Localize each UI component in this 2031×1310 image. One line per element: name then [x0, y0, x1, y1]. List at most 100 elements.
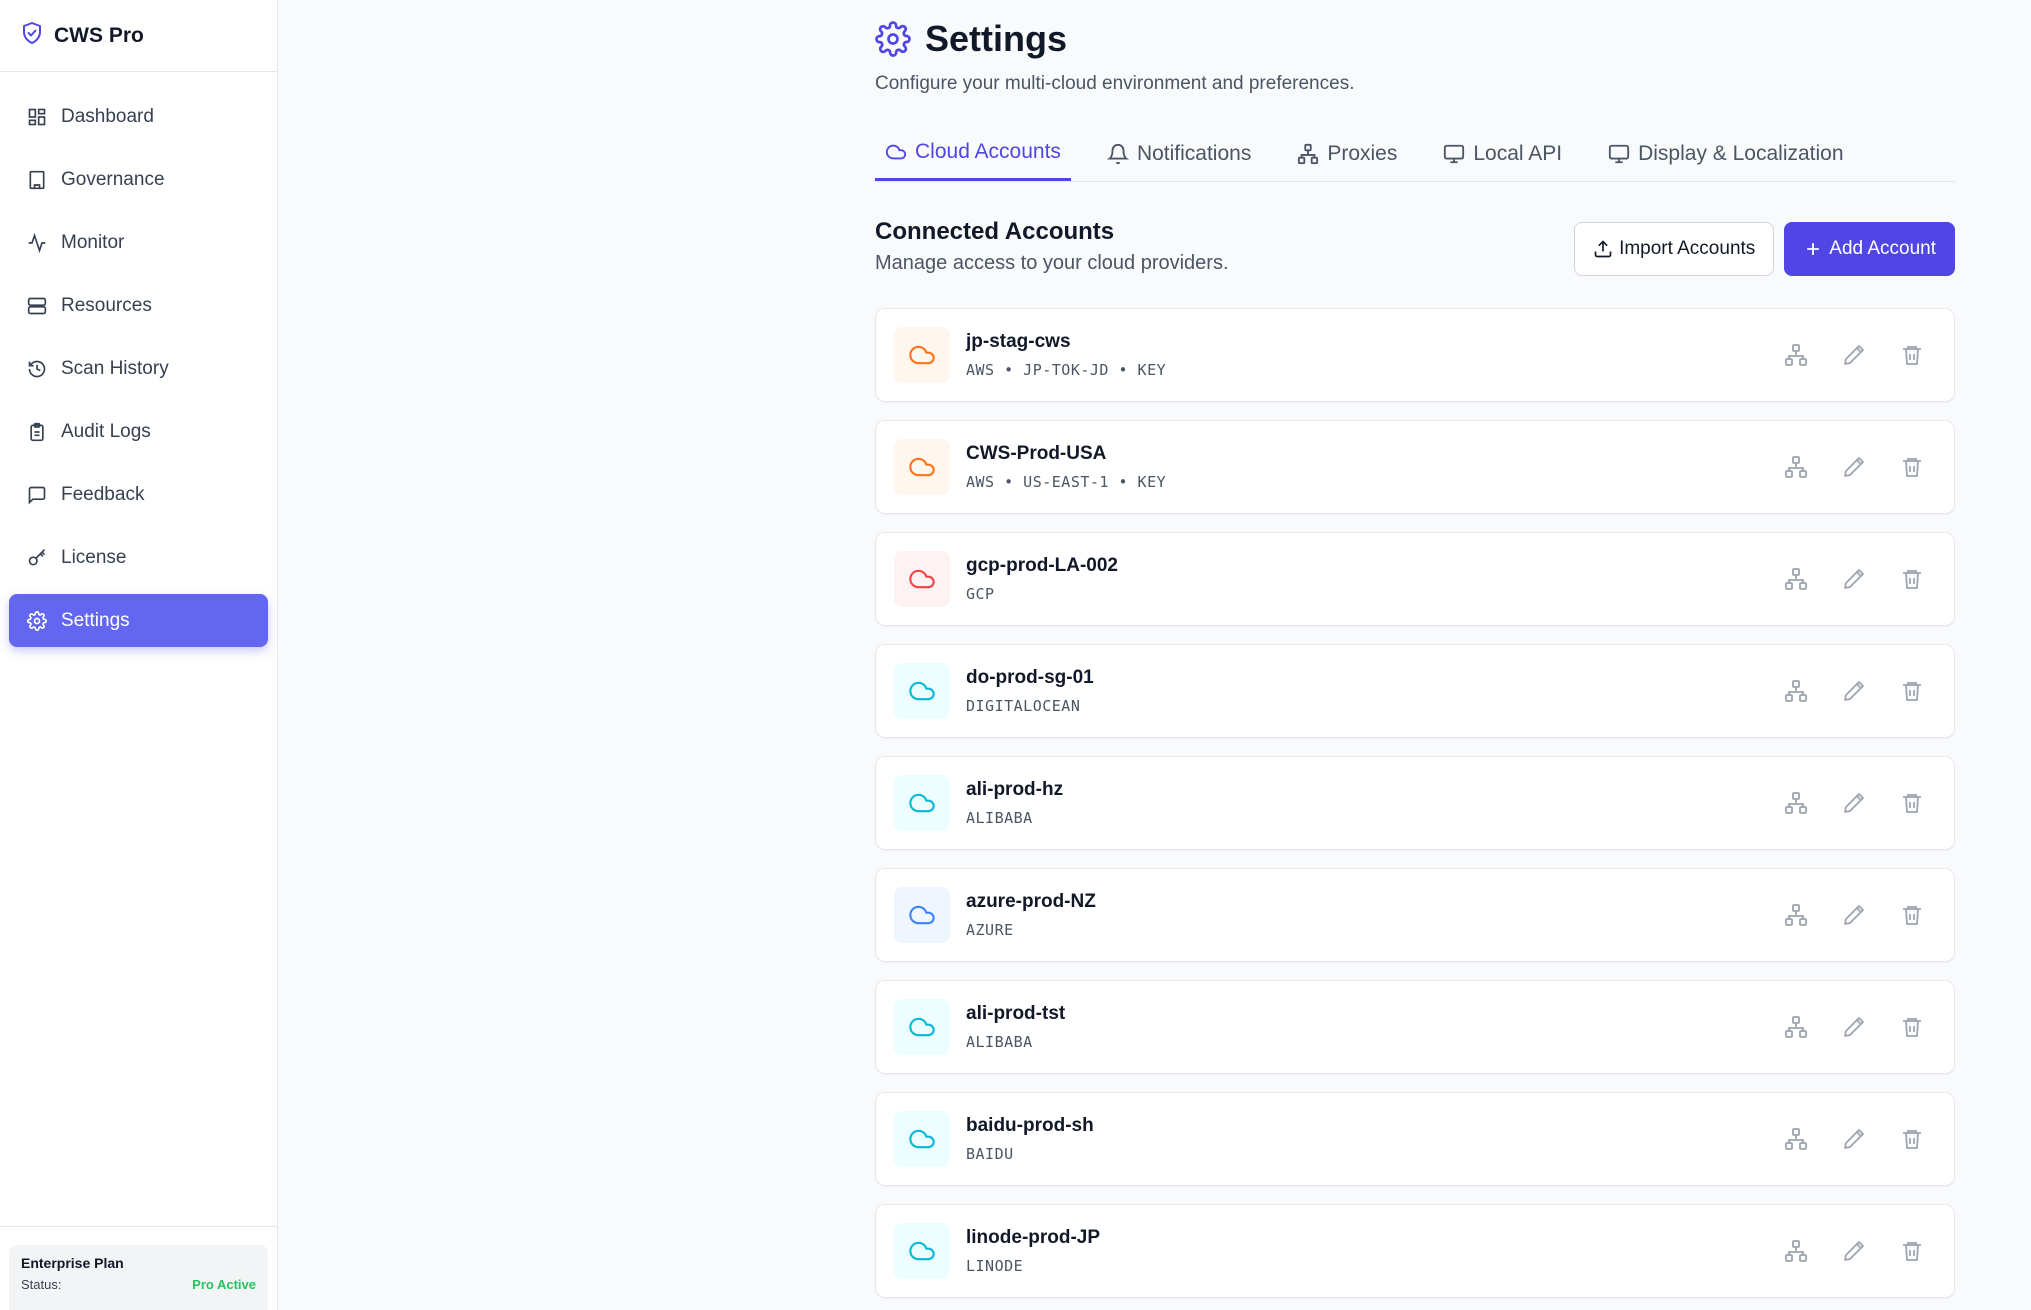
account-row[interactable]: azure-prod-NZ AZURE — [875, 868, 1955, 962]
network-icon[interactable] — [1784, 1239, 1808, 1263]
account-info: baidu-prod-sh BAIDU — [966, 1115, 1094, 1163]
account-row[interactable]: gcp-prod-LA-002 GCP — [875, 532, 1955, 626]
network-icon — [1298, 143, 1319, 164]
account-name: CWS-Prod-USA — [966, 443, 1107, 464]
account-list: jp-stag-cws AWS • JP-TOK-JD • KEY CWS-Prod… — [875, 308, 1955, 1310]
account-info: azure-prod-NZ AZURE — [966, 891, 1096, 939]
tab-proxies[interactable]: Proxies — [1287, 126, 1407, 181]
account-info: gcp-prod-LA-002 GCP — [966, 555, 1118, 603]
account-name: baidu-prod-sh — [966, 1115, 1094, 1136]
tab-display-localization[interactable]: Display & Localization — [1598, 126, 1853, 181]
section-header: Connected Accounts Manage access to your… — [875, 218, 1955, 276]
edit-icon[interactable] — [1842, 1239, 1866, 1263]
sidebar-item-monitor[interactable]: Monitor — [9, 216, 268, 269]
sidebar-item-label: Feedback — [61, 483, 145, 505]
account-info: linode-prod-JP LINODE — [966, 1227, 1100, 1275]
trash-icon[interactable] — [1900, 343, 1924, 367]
network-icon[interactable] — [1784, 679, 1808, 703]
bell-icon — [1106, 143, 1129, 164]
tab-local-api[interactable]: Local API — [1433, 126, 1572, 181]
network-icon[interactable] — [1784, 791, 1808, 815]
sidebar-item-label: Governance — [61, 168, 165, 190]
trash-icon[interactable] — [1900, 903, 1924, 927]
page-header: Settings — [875, 18, 1067, 60]
account-row[interactable]: jp-stag-cws AWS • JP-TOK-JD • KEY — [875, 308, 1955, 402]
sidebar-item-feedback[interactable]: Feedback — [9, 468, 268, 521]
sidebar-nav: Dashboard Governance Monitor Resources S… — [0, 72, 277, 655]
account-row[interactable]: CWS-Prod-USA AWS • US-EAST-1 • KEY — [875, 420, 1955, 514]
add-account-button[interactable]: Add Account — [1784, 222, 1955, 276]
tab-label: Local API — [1473, 141, 1563, 165]
plan-card: Enterprise Plan Status: Pro Active — [9, 1245, 268, 1310]
tab-label: Cloud Accounts — [915, 140, 1061, 163]
account-row[interactable]: baidu-prod-sh BAIDU — [875, 1092, 1955, 1186]
trash-icon[interactable] — [1900, 1239, 1924, 1263]
sidebar-item-license[interactable]: License — [9, 531, 268, 584]
edit-icon[interactable] — [1842, 791, 1866, 815]
account-actions — [1750, 757, 1924, 849]
sidebar-item-dashboard[interactable]: Dashboard — [9, 90, 268, 143]
account-actions — [1750, 1093, 1924, 1185]
account-actions — [1750, 645, 1924, 737]
activity-icon — [28, 232, 46, 253]
edit-icon[interactable] — [1842, 1015, 1866, 1039]
account-actions — [1750, 1205, 1924, 1297]
account-meta: BAIDU — [966, 1145, 1014, 1163]
account-name: ali-prod-hz — [966, 779, 1064, 800]
account-meta: AWS • JP-TOK-JD • KEY — [966, 361, 1167, 379]
cloud-icon — [885, 144, 907, 160]
trash-icon[interactable] — [1900, 1015, 1924, 1039]
trash-icon[interactable] — [1900, 679, 1924, 703]
account-meta: LINODE — [966, 1257, 1024, 1275]
network-icon[interactable] — [1784, 343, 1808, 367]
trash-icon[interactable] — [1900, 1127, 1924, 1151]
gear-icon — [875, 21, 911, 57]
account-row[interactable]: ali-prod-hz ALIBABA — [875, 756, 1955, 850]
plan-status-row: Status: Pro Active — [21, 1277, 256, 1292]
trash-icon[interactable] — [1900, 455, 1924, 479]
clipboard-icon — [30, 422, 44, 441]
monitor-icon — [1444, 144, 1465, 163]
account-row[interactable]: linode-prod-JP LINODE — [875, 1204, 1955, 1298]
tab-notifications[interactable]: Notifications — [1097, 126, 1261, 181]
edit-icon[interactable] — [1842, 343, 1866, 367]
edit-icon[interactable] — [1842, 1127, 1866, 1151]
import-accounts-button[interactable]: Import Accounts — [1574, 222, 1775, 276]
edit-icon[interactable] — [1842, 567, 1866, 591]
network-icon[interactable] — [1784, 455, 1808, 479]
account-row[interactable]: ali-prod-tst ALIBABA — [875, 980, 1955, 1074]
trash-icon[interactable] — [1900, 791, 1924, 815]
network-icon[interactable] — [1784, 903, 1808, 927]
sidebar-item-audit-logs[interactable]: Audit Logs — [9, 405, 268, 458]
cloud-icon — [894, 775, 950, 831]
shield-icon — [20, 21, 54, 50]
edit-icon[interactable] — [1842, 455, 1866, 479]
tab-label: Notifications — [1136, 141, 1252, 165]
account-actions — [1750, 421, 1924, 513]
network-icon[interactable] — [1784, 1127, 1808, 1151]
trash-icon[interactable] — [1900, 567, 1924, 591]
account-row[interactable]: do-prod-sg-01 DIGITALOCEAN — [875, 644, 1955, 738]
sidebar-item-governance[interactable]: Governance — [9, 153, 268, 206]
account-info: ali-prod-tst ALIBABA — [966, 1003, 1065, 1051]
account-meta: ALIBABA — [966, 809, 1033, 827]
plan-status-label: Status: — [21, 1277, 62, 1292]
edit-icon[interactable] — [1842, 679, 1866, 703]
import-accounts-label: Import Accounts — [1619, 238, 1756, 259]
sidebar-footer: Enterprise Plan Status: Pro Active — [0, 1226, 277, 1310]
brand[interactable]: CWS Pro — [0, 0, 277, 72]
sidebar-item-scan-history[interactable]: Scan History — [9, 342, 268, 395]
cloud-icon — [894, 551, 950, 607]
page-title: Settings — [925, 18, 1068, 59]
network-icon[interactable] — [1784, 567, 1808, 591]
sidebar-item-settings[interactable]: Settings — [9, 594, 268, 647]
account-info: jp-stag-cws AWS • JP-TOK-JD • KEY — [966, 331, 1166, 379]
sidebar-item-label: Dashboard — [61, 105, 154, 127]
add-account-label: Add Account — [1829, 238, 1936, 259]
edit-icon[interactable] — [1842, 903, 1866, 927]
account-info: do-prod-sg-01 DIGITALOCEAN — [966, 667, 1094, 715]
tab-cloud-accounts[interactable]: Cloud Accounts — [875, 126, 1071, 181]
network-icon[interactable] — [1784, 1015, 1808, 1039]
sidebar-item-resources[interactable]: Resources — [9, 279, 268, 332]
tab-label: Display & Localization — [1638, 141, 1844, 165]
